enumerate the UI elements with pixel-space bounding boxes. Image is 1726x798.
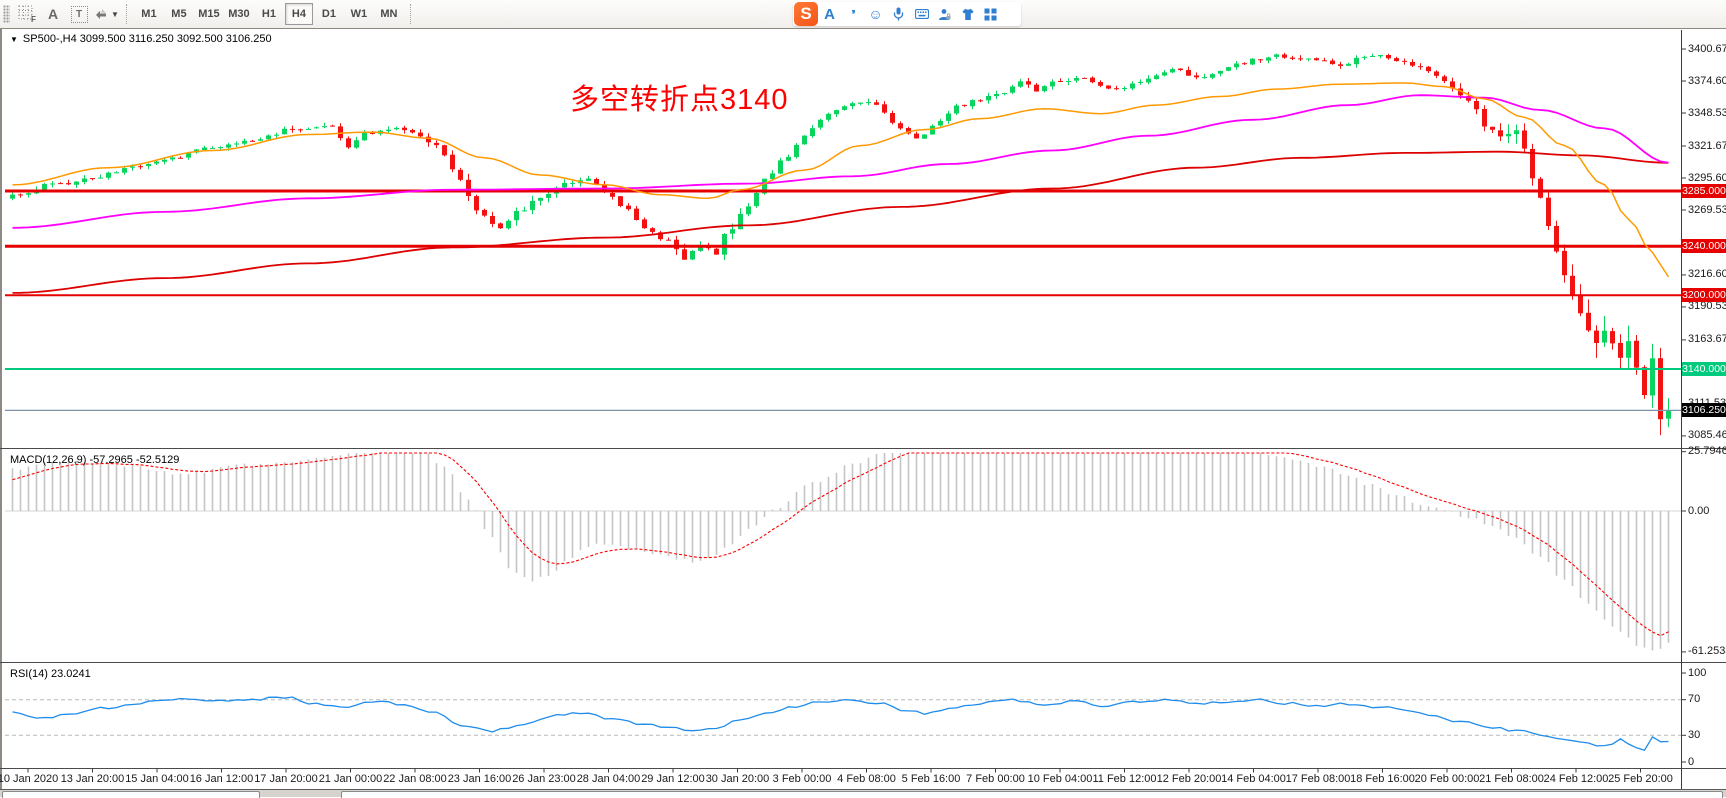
ime-toolbar: S A’’☺ [793, 2, 1021, 26]
toolbar-separator [126, 4, 128, 24]
candlesticks [10, 53, 1671, 435]
dropdown-caret-icon: ▼ [111, 10, 119, 19]
smiley-icon[interactable]: ☺ [864, 3, 887, 25]
toolbar-grip[interactable] [3, 5, 10, 23]
skin-shirt-icon[interactable] [956, 3, 979, 25]
grid-f-button[interactable]: F [15, 3, 39, 25]
timeframe-m15[interactable]: M15 [195, 3, 223, 25]
toolbar-separator [410, 4, 412, 24]
docked-panel-top [341, 791, 1723, 798]
ime-icons: A’’☺ [818, 3, 1002, 25]
timeframe-d1[interactable]: D1 [315, 3, 343, 25]
chart-title: ▼ SP500-,H4 3099.500 3116.250 3092.500 31… [10, 33, 272, 45]
microphone-icon[interactable] [887, 3, 910, 25]
timeframe-m5[interactable]: M5 [165, 3, 193, 25]
text-t-icon: T [71, 6, 88, 23]
chart-canvas[interactable] [0, 0, 1726, 796]
grid-f-icon: F [18, 5, 37, 23]
quote-icon[interactable]: ’’ [841, 3, 864, 25]
user-privacy-icon[interactable] [933, 3, 956, 25]
letter-a-icon: A [48, 6, 58, 22]
timeframe-w1[interactable]: W1 [345, 3, 373, 25]
timeframe-mn[interactable]: MN [375, 3, 403, 25]
font-a-button[interactable]: A [41, 3, 65, 25]
layout-grid-icon[interactable] [979, 3, 1002, 25]
timeframe-m30[interactable]: M30 [225, 3, 253, 25]
top-toolbar: F A T ▼ M1M5M15M30H1H4D1W1MN S A’’☺ [0, 0, 1726, 29]
timeframe-h1[interactable]: H1 [255, 3, 283, 25]
timeframe-m1[interactable]: M1 [135, 3, 163, 25]
keyboard-icon[interactable] [910, 3, 933, 25]
cursor-tool-button[interactable]: ▼ [93, 3, 119, 25]
rsi-label: RSI(14) 23.0241 [10, 668, 91, 680]
svg-text:F: F [31, 15, 36, 23]
symbol-collapse-icon[interactable]: ▼ [10, 35, 18, 44]
macd-label: MACD(12,26,9) -57.2965 -52.5129 [10, 454, 179, 466]
timeframe-buttons: M1M5M15M30H1H4D1W1MN [134, 3, 404, 25]
chart-annotation-text: 多空转折点3140 [570, 84, 789, 116]
text-object-button[interactable]: T [67, 3, 91, 25]
cursor-arrows-icon [93, 6, 109, 22]
chart-title-text: SP500-,H4 3099.500 3116.250 3092.500 310… [23, 33, 272, 45]
docked-panel-top [2, 791, 260, 798]
sogou-logo-icon[interactable]: S [794, 2, 818, 26]
timeframe-h4[interactable]: H4 [285, 3, 313, 25]
letter-a-icon[interactable]: A [818, 3, 841, 25]
